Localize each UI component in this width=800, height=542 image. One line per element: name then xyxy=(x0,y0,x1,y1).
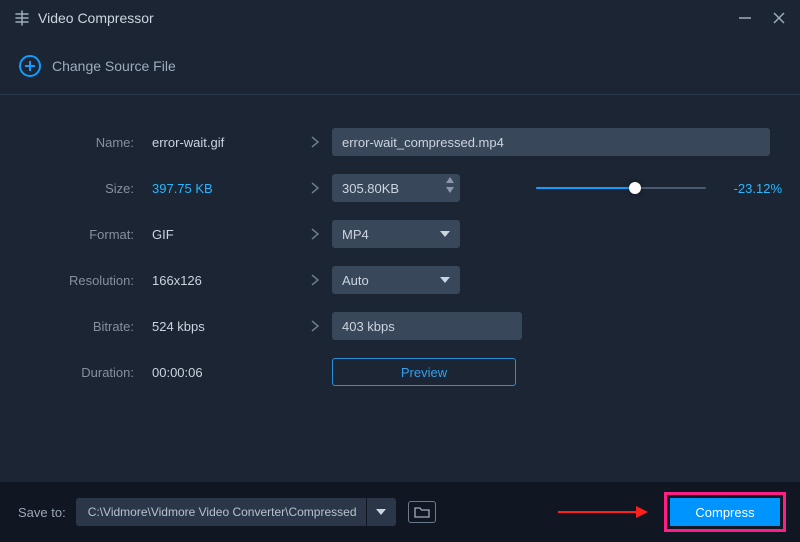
target-size-input[interactable] xyxy=(332,174,460,202)
bitrate-output: 403 kbps xyxy=(332,312,522,340)
preview-button[interactable]: Preview xyxy=(332,358,516,386)
path-dropdown-button[interactable] xyxy=(366,498,396,526)
slider-thumb[interactable] xyxy=(629,182,641,194)
target-size-stepper[interactable] xyxy=(332,174,460,202)
close-button[interactable] xyxy=(772,11,786,25)
chevron-right-icon xyxy=(298,181,332,195)
chevron-right-icon xyxy=(298,135,332,149)
size-source: 397.75 KB xyxy=(138,181,298,196)
resolution-label: Resolution: xyxy=(18,273,138,288)
name-label: Name: xyxy=(18,135,138,150)
chevron-right-icon xyxy=(298,319,332,333)
add-source-icon[interactable] xyxy=(18,54,42,78)
caret-down-icon xyxy=(440,231,450,237)
duration-label: Duration: xyxy=(18,365,138,380)
bottom-bar: Save to: C:\Vidmore\Vidmore Video Conver… xyxy=(0,482,800,542)
annotation-arrow-icon xyxy=(558,504,648,520)
row-format: Format: GIF MP4 xyxy=(18,211,782,257)
compress-button[interactable]: Compress xyxy=(670,498,780,526)
chevron-right-icon xyxy=(298,227,332,241)
bitrate-source: 524 kbps xyxy=(138,319,298,334)
minimize-button[interactable] xyxy=(738,11,752,25)
resolution-select[interactable]: Auto xyxy=(332,266,460,294)
size-slider[interactable] xyxy=(536,180,706,196)
format-select[interactable]: MP4 xyxy=(332,220,460,248)
saveto-label: Save to: xyxy=(18,505,66,520)
row-name: Name: error-wait.gif xyxy=(18,119,782,165)
row-bitrate: Bitrate: 524 kbps 403 kbps xyxy=(18,303,782,349)
resolution-select-value: Auto xyxy=(342,273,369,288)
output-path-box[interactable]: C:\Vidmore\Vidmore Video Converter\Compr… xyxy=(76,498,366,526)
main-form: Name: error-wait.gif Size: 397.75 KB -23… xyxy=(0,95,800,395)
app-icon xyxy=(14,10,30,26)
name-source: error-wait.gif xyxy=(138,135,298,150)
chevron-right-icon xyxy=(298,273,332,287)
titlebar: Video Compressor xyxy=(0,0,800,36)
size-label: Size: xyxy=(18,181,138,196)
resolution-source: 166x126 xyxy=(138,273,298,288)
format-source: GIF xyxy=(138,227,298,242)
app-title: Video Compressor xyxy=(38,10,154,26)
row-resolution: Resolution: 166x126 Auto xyxy=(18,257,782,303)
duration-source: 00:00:06 xyxy=(138,365,298,380)
output-name-input[interactable] xyxy=(332,128,770,156)
format-label: Format: xyxy=(18,227,138,242)
caret-down-icon xyxy=(440,277,450,283)
row-duration: Duration: 00:00:06 Preview xyxy=(18,349,782,395)
open-folder-button[interactable] xyxy=(408,501,436,523)
stepper-down-icon[interactable] xyxy=(446,187,454,193)
stepper-up-icon[interactable] xyxy=(446,177,454,183)
format-select-value: MP4 xyxy=(342,227,369,242)
change-source-label[interactable]: Change Source File xyxy=(52,58,176,74)
source-bar: Change Source File xyxy=(0,36,800,95)
compress-highlight: Compress xyxy=(664,492,786,532)
size-percent: -23.12% xyxy=(724,181,782,196)
bitrate-label: Bitrate: xyxy=(18,319,138,334)
row-size: Size: 397.75 KB -23.12% xyxy=(18,165,782,211)
